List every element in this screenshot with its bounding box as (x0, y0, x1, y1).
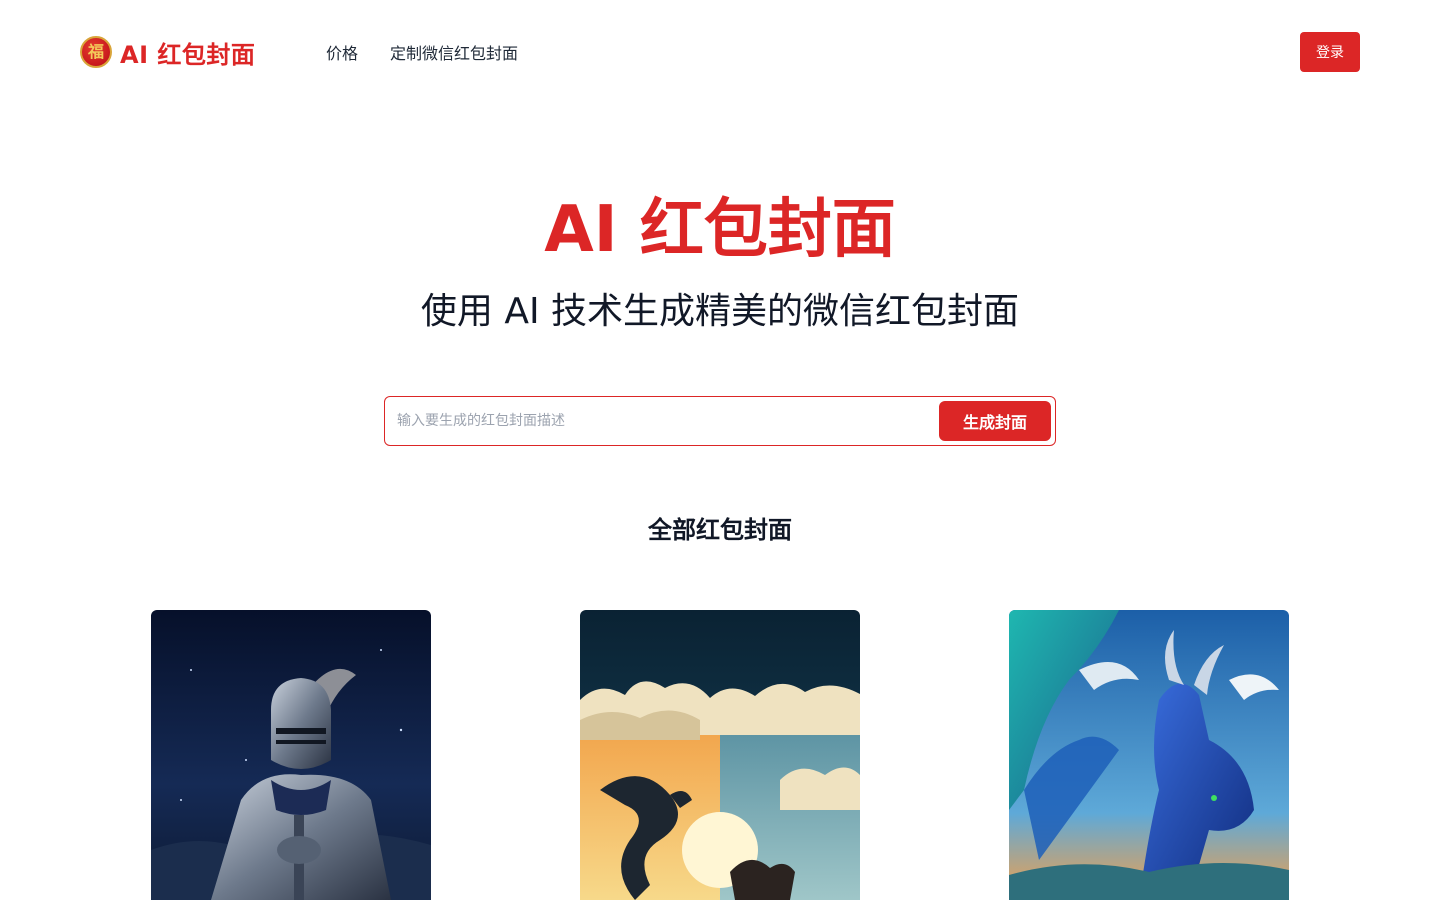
blue-dragon-image (1009, 610, 1289, 900)
hero-subtitle: 使用 AI 技术生成精美的微信红包封面 (420, 291, 1020, 332)
nav-pricing-link[interactable]: 价格 (326, 40, 358, 64)
fu-coin-icon: 福 (80, 36, 112, 68)
hero-title: AI 红包封面 (544, 193, 896, 267)
nav-custom-cover-link[interactable]: 定制微信红包封面 (390, 40, 518, 64)
site-header: 福 AI 红包封面 价格 定制微信红包封面 登录 (0, 0, 1440, 104)
main-nav: 价格 定制微信红包封面 (326, 40, 518, 64)
knight-image (151, 610, 431, 900)
logo-text: AI 红包封面 (120, 40, 256, 69)
cover-card-blue-dragon[interactable] (1009, 610, 1289, 900)
cover-card-knight[interactable] (151, 610, 431, 900)
cover-description-input[interactable] (397, 401, 939, 441)
dragon-horse-image (580, 610, 860, 900)
cover-card-dragon-horse[interactable] (580, 610, 860, 900)
search-box: 生成封面 (384, 396, 1056, 446)
logo-link[interactable]: 福 AI 红包封面 (80, 36, 256, 69)
generate-cover-button[interactable]: 生成封面 (939, 401, 1051, 441)
gallery-title: 全部红包封面 (648, 516, 792, 544)
login-button[interactable]: 登录 (1300, 32, 1360, 72)
